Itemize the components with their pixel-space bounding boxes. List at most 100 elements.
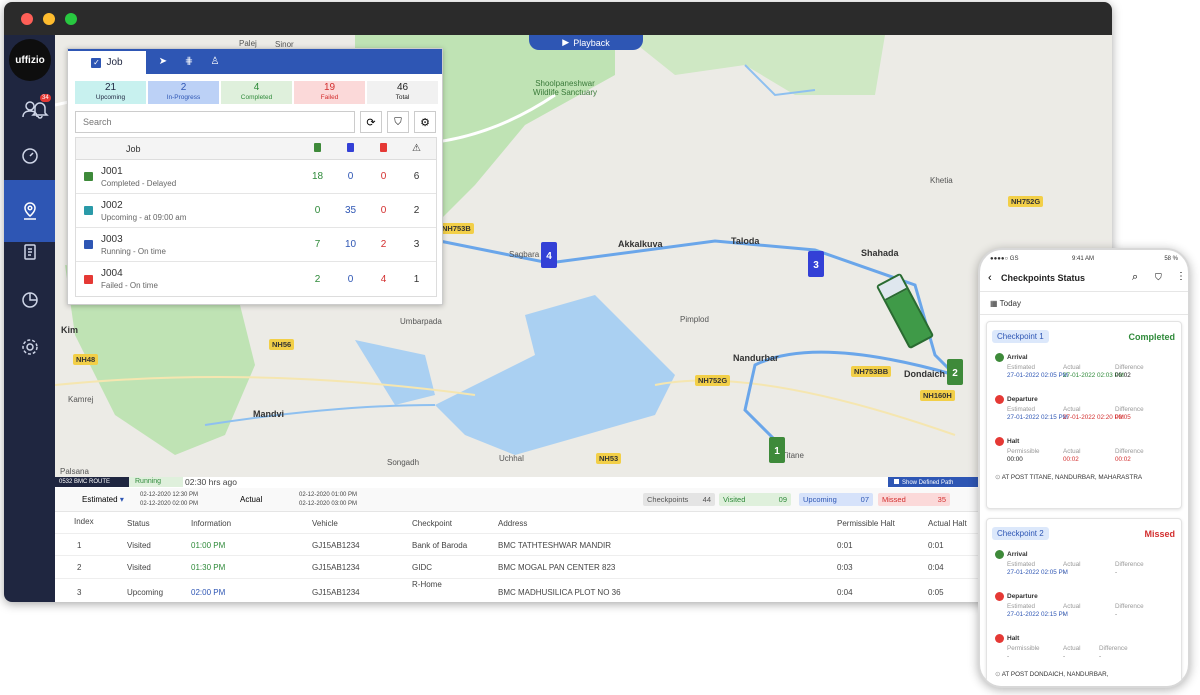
actual-label: Actual bbox=[240, 495, 263, 504]
minimize-window-button[interactable] bbox=[43, 13, 55, 25]
map-place-label: Mandvi bbox=[253, 409, 285, 419]
show-defined-path-toggle[interactable]: Show Defined Path bbox=[888, 477, 978, 487]
checkpoint-card[interactable]: Checkpoint 1 Completed Arrival Estimated… bbox=[986, 321, 1182, 509]
upcoming-status-icon bbox=[84, 206, 93, 215]
tab-job[interactable]: ✓ Job bbox=[68, 49, 146, 74]
calendar-icon: ▦ bbox=[990, 299, 1000, 308]
play-icon: ▶ bbox=[562, 37, 570, 47]
stat-total[interactable]: 46 Total bbox=[367, 81, 438, 104]
map-place-label: Dondaich bbox=[904, 369, 946, 379]
table-row[interactable]: 3 Upcoming 02:00 PM GJ15AB1234 R-Home BM… bbox=[55, 579, 1112, 602]
tab-tracks[interactable]: ⋕ bbox=[176, 49, 202, 74]
table-row[interactable]: 2 Visited 01:30 PM GJ15AB1234 GIDC BMC M… bbox=[55, 556, 1112, 579]
maximize-window-button[interactable] bbox=[65, 13, 77, 25]
visited-count-pill[interactable]: Visited 09 bbox=[719, 493, 791, 506]
job-visited-count: 7 bbox=[314, 239, 321, 250]
notification-count-badge: 34 bbox=[40, 94, 51, 102]
job-row[interactable]: J004 Failed - On time 2 0 4 1 bbox=[76, 262, 436, 296]
job-id: J001 bbox=[101, 165, 123, 177]
completed-status-icon bbox=[84, 172, 93, 181]
estimated-dropdown[interactable]: Estimated ▾ bbox=[82, 495, 124, 504]
phone-status-bar: ●●●●○ GS 9:41 AM 58 % bbox=[980, 256, 1188, 266]
departure-section: Departure bbox=[995, 592, 1038, 601]
arrival-difference: Difference - bbox=[1115, 561, 1144, 576]
job-status: Upcoming - at 09:00 am bbox=[101, 212, 187, 222]
stat-completed[interactable]: 4 Completed bbox=[221, 81, 292, 104]
job-alert-count: 6 bbox=[413, 171, 420, 182]
job-id: J004 bbox=[101, 268, 123, 279]
stat-failed[interactable]: 19 Failed bbox=[294, 81, 365, 104]
back-arrow-icon[interactable]: ‹ bbox=[988, 272, 992, 284]
departure-difference: Difference - bbox=[1115, 603, 1144, 618]
job-row[interactable]: J002 Upcoming - at 09:00 am 0 35 0 2 bbox=[76, 194, 436, 228]
last-update: 02:30 hrs ago bbox=[185, 477, 237, 487]
stat-upcoming[interactable]: 21 Upcoming bbox=[75, 81, 146, 104]
table-row[interactable]: 1 Visited 01:00 PM GJ15AB1234 Bank of Ba… bbox=[55, 533, 1112, 556]
departure-actual: Actual - bbox=[1063, 603, 1081, 618]
filter-button[interactable]: ⛉ bbox=[387, 111, 409, 133]
job-visited-count: 18 bbox=[311, 171, 324, 182]
checkpoint-bin-marker[interactable]: 2 bbox=[947, 359, 963, 385]
checkpoint-badge: Checkpoint 1 bbox=[992, 330, 1049, 343]
red-bin-icon bbox=[367, 142, 400, 155]
blue-bin-icon bbox=[334, 142, 367, 155]
job-upcoming-count: 10 bbox=[344, 239, 357, 250]
job-id: J002 bbox=[101, 199, 123, 211]
phone-clock: 9:41 AM bbox=[1072, 256, 1095, 262]
dashboard-gauge-icon[interactable] bbox=[4, 136, 55, 176]
map-place-label: Nandurbar bbox=[733, 353, 779, 363]
col-actual-halt: Actual Halt bbox=[928, 519, 967, 528]
halt-difference: Difference - bbox=[1099, 645, 1128, 660]
highway-shield: NH160H bbox=[920, 390, 955, 401]
job-row[interactable]: J001 Completed - Delayed 18 0 0 6 bbox=[76, 160, 436, 194]
checkpoints-count-pill[interactable]: Checkpoints 44 bbox=[643, 493, 715, 506]
col-checkpoint: Checkpoint bbox=[412, 519, 453, 528]
settings-button[interactable]: ⚙ bbox=[414, 111, 436, 133]
checkpoint-bin-marker[interactable]: 1 bbox=[769, 437, 785, 463]
filter-icon: ⛉ bbox=[394, 116, 402, 128]
tab-driver[interactable]: ♙ bbox=[202, 49, 228, 74]
job-row[interactable]: J003 Running - On time 7 10 2 3 bbox=[76, 228, 436, 262]
job-upcoming-count: 0 bbox=[347, 171, 354, 182]
actual-times: 02-12-2020 01:00 PM 02-12-2020 03:00 PM bbox=[299, 492, 358, 507]
halt-icon bbox=[995, 437, 1004, 446]
arrival-section: Arrival bbox=[995, 353, 1028, 362]
analytics-pie-icon[interactable] bbox=[4, 280, 55, 320]
map-place-label: Titane bbox=[782, 451, 804, 460]
map-place-label: Umbarpada bbox=[400, 317, 442, 326]
refresh-icon: ⟳ bbox=[366, 116, 376, 129]
playback-label: Playback bbox=[573, 37, 610, 48]
checkpoint-bin-marker[interactable]: 4 bbox=[541, 242, 557, 268]
tab-job-label: Job bbox=[106, 57, 123, 68]
col-address: Address bbox=[498, 519, 528, 528]
job-stats: 21 Upcoming 2 In-Progress 4 Completed 19 Fai… bbox=[75, 81, 438, 104]
gear-icon: ⚙ bbox=[420, 116, 430, 129]
playback-button[interactable]: ▶ Playback bbox=[529, 35, 643, 50]
map-place-label: Shoolpaneshwar Wildlife Sanctuary bbox=[532, 79, 598, 97]
map-place-label: Taloda bbox=[731, 236, 760, 246]
job-visited-count: 0 bbox=[314, 205, 321, 216]
tab-navigation[interactable]: ➤ bbox=[150, 49, 176, 74]
checkpoint-card[interactable]: Checkpoint 2 Missed Arrival Estimated 27-… bbox=[986, 518, 1182, 686]
refresh-button[interactable]: ⟳ bbox=[360, 111, 382, 133]
stat-in-progress[interactable]: 2 In-Progress bbox=[148, 81, 219, 104]
arrival-estimated: Estimated 27-01-2022 02:05 PM bbox=[1007, 561, 1068, 576]
location-pin-icon: ⊙ bbox=[995, 474, 1002, 481]
job-search-input[interactable]: Search bbox=[75, 111, 355, 133]
more-menu-icon[interactable]: ⋮ bbox=[1176, 271, 1186, 282]
departure-icon bbox=[995, 592, 1004, 601]
upcoming-count-pill[interactable]: Upcoming 07 bbox=[799, 493, 873, 506]
close-window-button[interactable] bbox=[21, 13, 33, 25]
signal-indicator: ●●●●○ GS bbox=[990, 256, 1019, 262]
app-logo: uffizio bbox=[9, 39, 51, 81]
report-document-icon[interactable] bbox=[4, 232, 55, 272]
checkpoint-bin-marker[interactable]: 3 bbox=[808, 251, 824, 277]
search-icon[interactable]: ⌕ bbox=[1132, 271, 1138, 284]
date-filter[interactable]: ▦ Today bbox=[980, 293, 1188, 315]
map-place-label: Palsana bbox=[60, 467, 89, 476]
missed-count-pill[interactable]: Missed 35 bbox=[878, 493, 950, 506]
notification-bell-icon[interactable]: 34 bbox=[24, 89, 55, 129]
settings-gear-icon[interactable] bbox=[4, 327, 55, 367]
filter-icon[interactable]: ⛉ bbox=[1155, 272, 1162, 283]
sidebar: uffizio 34 bbox=[4, 35, 55, 602]
